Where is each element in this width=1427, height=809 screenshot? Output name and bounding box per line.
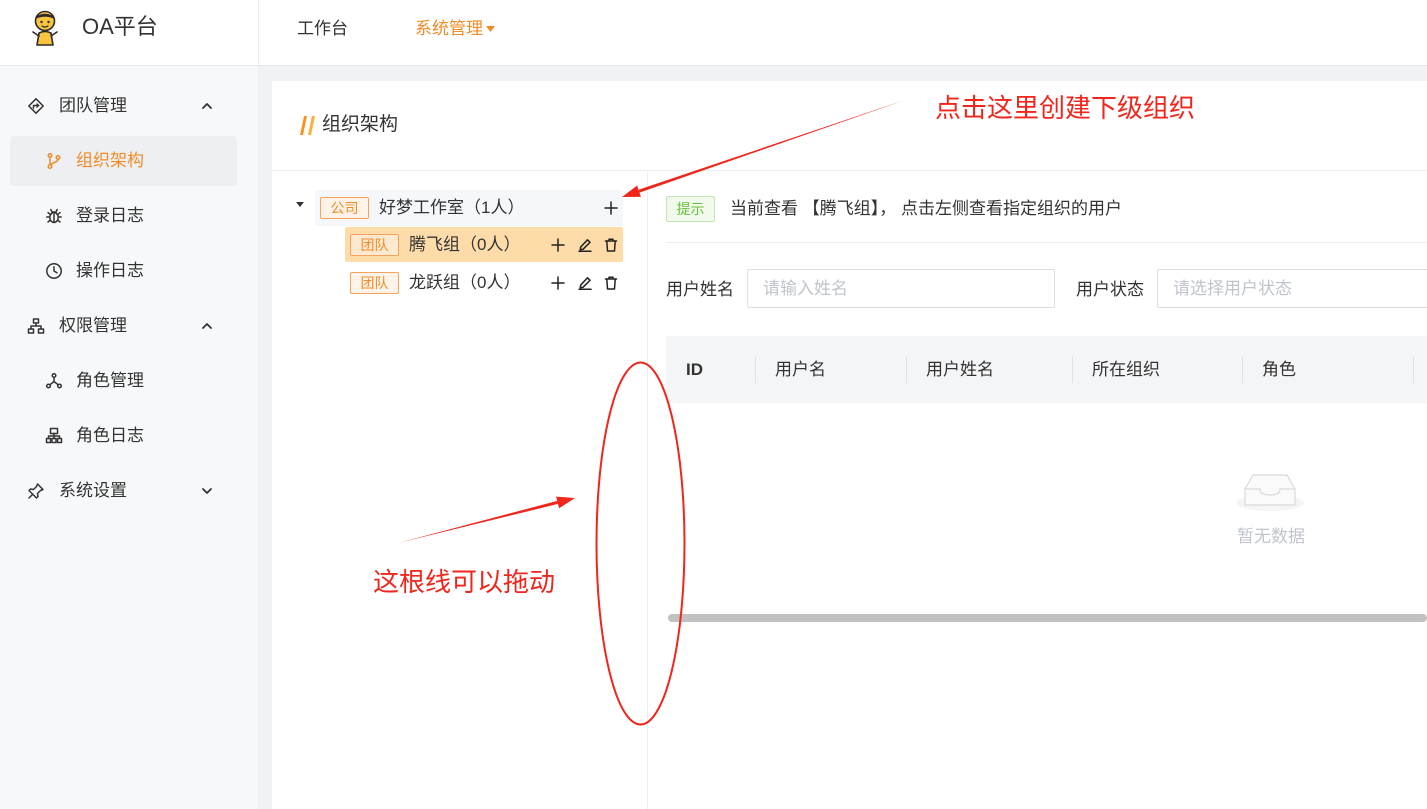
sidebar-item-org-structure[interactable]: 组织架构 (10, 136, 237, 186)
delete-icon[interactable] (604, 238, 618, 252)
sidebar-item-label: 操作日志 (76, 261, 144, 280)
user-table-header: ID 用户名 用户姓名 所在组织 角色 (666, 336, 1427, 403)
column-divider (1072, 356, 1073, 383)
sidebar-item-role-management[interactable]: 角色管理 (10, 356, 237, 406)
notice-tag: 提示 (666, 196, 715, 222)
node-type-tag: 团队 (350, 272, 399, 294)
user-status-select[interactable] (1157, 269, 1427, 308)
nav-system-management[interactable]: 系统管理 (415, 16, 495, 42)
column-divider (1413, 356, 1414, 383)
node-name: 好梦工作室（1人） (379, 198, 525, 217)
column-divider (906, 356, 907, 383)
notice-bar: 提示 当前查看 【腾飞组】， 点击左侧查看指定组织的用户 (666, 188, 1427, 243)
column-header-id: ID (686, 360, 703, 379)
column-header-role: 角色 (1262, 360, 1296, 379)
chevron-up-icon (202, 103, 212, 109)
plus-icon[interactable] (604, 201, 618, 215)
clock-icon (46, 263, 62, 279)
column-divider (1242, 356, 1243, 383)
tree-node-team-selected[interactable]: 团队 腾飞组（0人） (345, 227, 623, 262)
app-title: OA平台 (82, 14, 158, 39)
tree-node-team[interactable]: 团队 龙跃组（0人） (345, 265, 623, 301)
sidebar-group-permission-management[interactable]: 权限管理 (10, 301, 237, 351)
branch-icon (47, 152, 61, 170)
sidebar-item-label: 组织架构 (76, 151, 144, 170)
mascot-logo-icon (32, 10, 58, 46)
column-header-real-name: 用户姓名 (926, 360, 994, 379)
sidebar-group-label: 团队管理 (59, 96, 127, 115)
nav-system-management-label: 系统管理 (415, 19, 483, 38)
caret-down-icon (486, 26, 495, 32)
page-title: 组织架构 (322, 114, 399, 135)
column-header-organization: 所在组织 (1092, 360, 1160, 379)
sidebar-item-operation-log[interactable]: 操作日志 (10, 246, 237, 296)
edit-icon[interactable] (578, 276, 592, 290)
notice-text: 当前查看 【腾飞组】， 点击左侧查看指定组织的用户 (730, 199, 1122, 218)
sidebar-item-label: 登录日志 (76, 206, 144, 225)
card-header: 组织架构 (272, 81, 1427, 171)
delete-icon[interactable] (604, 276, 618, 290)
tree-node-company[interactable]: 公司 好梦工作室（1人） (315, 190, 623, 226)
chevron-down-icon (202, 488, 212, 494)
sidebar-group-label: 系统设置 (59, 481, 127, 500)
user-name-label: 用户姓名 (666, 280, 734, 299)
tree-panel-resize-handle[interactable] (647, 171, 648, 809)
edit-icon[interactable] (578, 238, 592, 252)
brand-area: OA平台 (0, 0, 259, 65)
sitemap-icon (27, 318, 45, 334)
sidebar-item-login-log[interactable]: 登录日志 (10, 191, 237, 241)
nodes-icon (45, 372, 63, 389)
plus-icon[interactable] (551, 238, 565, 252)
plus-icon[interactable] (551, 276, 565, 290)
node-name: 龙跃组（0人） (409, 273, 521, 292)
sidebar-group-label: 权限管理 (59, 316, 127, 335)
bug-icon (46, 208, 62, 224)
tree-expand-caret-icon[interactable] (296, 202, 304, 208)
pin-icon (28, 483, 44, 499)
node-type-tag: 团队 (350, 234, 399, 256)
sidebar-item-label: 角色管理 (76, 371, 144, 390)
sidebar-group-team-management[interactable]: 团队管理 (10, 81, 237, 131)
sidebar-item-label: 角色日志 (76, 426, 144, 445)
sidebar-group-system-settings[interactable]: 系统设置 (10, 466, 237, 516)
nav-workbench-label: 工作台 (297, 19, 348, 38)
column-divider (755, 356, 756, 383)
node-type-tag: 公司 (320, 197, 369, 219)
org-chart-icon (45, 427, 63, 444)
empty-state-text: 暂无数据 (1237, 527, 1305, 546)
top-header: OA平台 工作台 系统管理 (0, 0, 1427, 66)
chevron-up-icon (202, 323, 212, 329)
org-structure-card: 组织架构 公司 好梦工作室（1人） 团队 腾飞组（0人） 团队 龙跃组（0人） … (272, 81, 1427, 809)
horizontal-scrollbar[interactable] (668, 614, 1427, 622)
user-name-input[interactable] (747, 269, 1055, 308)
user-status-label: 用户状态 (1076, 280, 1144, 299)
sidebar-item-role-log[interactable]: 角色日志 (10, 411, 237, 461)
node-name: 腾飞组（0人） (409, 235, 521, 254)
diamond-icon (28, 98, 44, 114)
sidebar: 团队管理 组织架构 登录日志 操作日志 权限管理 角色管理 角色日志 系统设置 (0, 66, 258, 809)
inbox-icon (1236, 474, 1304, 511)
title-slash-mark-icon (300, 116, 315, 135)
column-header-username: 用户名 (775, 360, 826, 379)
org-tree-panel: 公司 好梦工作室（1人） 团队 腾飞组（0人） 团队 龙跃组（0人） (272, 171, 647, 809)
nav-workbench[interactable]: 工作台 (297, 16, 348, 42)
